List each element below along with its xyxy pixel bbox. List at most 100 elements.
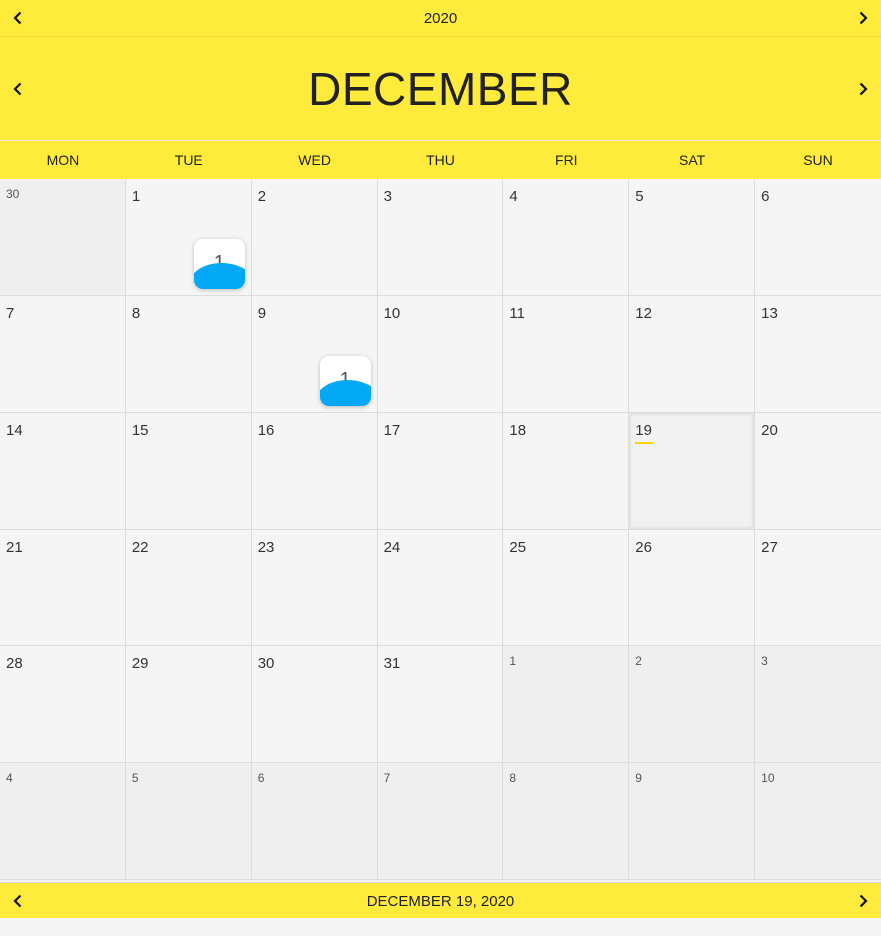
day-number: 21 (6, 538, 23, 556)
day-number: 31 (383, 655, 401, 673)
day-number: 11 (509, 304, 525, 322)
day-cell[interactable]: 17 (377, 412, 504, 530)
weekday-sun: SUN (803, 152, 833, 168)
day-cell[interactable]: 13 (755, 295, 881, 413)
day-cell-today[interactable]: 19 (629, 412, 756, 530)
day-number: 30 (6, 187, 20, 201)
year-label[interactable]: 2020 (424, 10, 457, 27)
day-cell[interactable]: 2 (629, 646, 756, 764)
day-number: 3 (383, 188, 392, 205)
chevron-right-icon (859, 11, 868, 25)
day-number: 8 (509, 771, 517, 786)
day-cell[interactable]: 4 (503, 179, 630, 296)
chevron-right-icon (859, 82, 868, 95)
event-count-badge[interactable]: 1 (319, 355, 371, 406)
day-number: 10 (761, 771, 775, 786)
previous-month-button[interactable] (0, 37, 36, 140)
day-cell[interactable]: 11 (125, 179, 252, 296)
day-cell[interactable]: 3 (377, 179, 504, 296)
selected-date-label: DECEMBER 19, 2020 (366, 892, 515, 910)
day-cell[interactable]: 29 (125, 646, 252, 764)
badge-wave-fill (193, 263, 245, 289)
chevron-left-icon (13, 82, 22, 95)
day-cell[interactable]: 91 (251, 295, 378, 413)
day-cell[interactable]: 18 (503, 412, 630, 530)
day-cell[interactable]: 12 (629, 295, 756, 413)
next-month-button[interactable] (845, 37, 881, 140)
day-cell[interactable]: 30 (0, 179, 126, 296)
day-number: 2 (635, 654, 642, 669)
day-number: 7 (6, 304, 15, 322)
day-cell[interactable]: 2 (251, 179, 378, 296)
bottom-spacer (0, 918, 881, 936)
day-cell[interactable]: 8 (125, 295, 252, 413)
month-title[interactable]: DECEMBER (308, 62, 573, 116)
day-cell[interactable]: 30 (251, 646, 378, 764)
weekday-mon: MON (46, 152, 80, 168)
selected-date-bar: DECEMBER 19, 2020 (0, 882, 881, 919)
weekday-sat: SAT (679, 152, 706, 168)
chevron-left-icon (13, 894, 22, 908)
day-cell[interactable]: 5 (629, 179, 756, 296)
day-number: 30 (257, 655, 275, 673)
next-day-button[interactable] (845, 883, 881, 919)
day-cell[interactable]: 5 (125, 763, 252, 880)
day-cell[interactable]: 10 (377, 295, 504, 413)
day-number: 2 (257, 188, 267, 205)
day-number: 16 (257, 421, 275, 439)
day-number: 6 (761, 188, 770, 205)
day-number: 28 (6, 655, 23, 673)
day-cell[interactable]: 7 (377, 763, 504, 880)
day-number: 1 (509, 654, 517, 669)
day-number: 25 (509, 538, 527, 556)
day-cell[interactable]: 15 (125, 412, 252, 530)
day-cell[interactable]: 28 (0, 646, 126, 764)
day-cell[interactable]: 20 (755, 412, 881, 530)
day-cell[interactable]: 8 (503, 763, 630, 880)
weekday-tue: TUE (174, 152, 203, 168)
day-cell[interactable]: 10 (755, 763, 881, 880)
badge-wave-fill (319, 379, 371, 406)
day-cell[interactable]: 31 (377, 646, 504, 764)
day-number: 12 (635, 304, 652, 322)
previous-day-button[interactable] (0, 883, 36, 919)
day-cell[interactable]: 11 (503, 295, 630, 413)
day-cell[interactable]: 9 (629, 763, 756, 880)
calendar-day-grid: 3011234567891101112131415161718192021222… (0, 179, 881, 880)
day-cell[interactable]: 26 (629, 529, 756, 647)
weekday-thu: THU (426, 152, 455, 168)
day-cell[interactable]: 22 (125, 529, 252, 647)
day-cell[interactable]: 16 (251, 412, 378, 530)
month-navigation-bar: DECEMBER (0, 37, 881, 140)
day-cell[interactable]: 23 (251, 529, 378, 647)
day-cell[interactable]: 25 (503, 529, 630, 647)
weekday-fri: FRI (555, 152, 578, 168)
day-cell[interactable]: 6 (755, 179, 881, 296)
next-year-button[interactable] (845, 0, 881, 36)
day-number: 14 (6, 421, 23, 439)
day-cell[interactable]: 1 (503, 646, 630, 764)
day-number: 18 (509, 421, 527, 439)
day-number: 6 (257, 771, 265, 786)
day-number: 1 (131, 188, 141, 205)
day-number: 10 (383, 304, 401, 322)
day-cell[interactable]: 4 (0, 763, 126, 880)
day-cell[interactable]: 21 (0, 529, 126, 647)
day-number: 5 (131, 771, 139, 786)
day-number: 9 (635, 771, 642, 786)
day-number: 4 (509, 188, 518, 205)
day-number: 15 (131, 421, 149, 439)
day-cell[interactable]: 6 (251, 763, 378, 880)
day-number: 20 (761, 421, 778, 439)
event-count-badge[interactable]: 1 (193, 239, 245, 289)
day-number: 22 (131, 538, 149, 556)
day-cell[interactable]: 7 (0, 295, 126, 413)
chevron-left-icon (13, 11, 22, 25)
day-cell[interactable]: 27 (755, 529, 881, 647)
previous-year-button[interactable] (0, 0, 36, 36)
day-cell[interactable]: 24 (377, 529, 504, 647)
day-cell[interactable]: 14 (0, 412, 126, 530)
day-number: 4 (6, 771, 13, 786)
day-cell[interactable]: 3 (755, 646, 881, 764)
year-navigation-bar: 2020 (0, 0, 881, 37)
